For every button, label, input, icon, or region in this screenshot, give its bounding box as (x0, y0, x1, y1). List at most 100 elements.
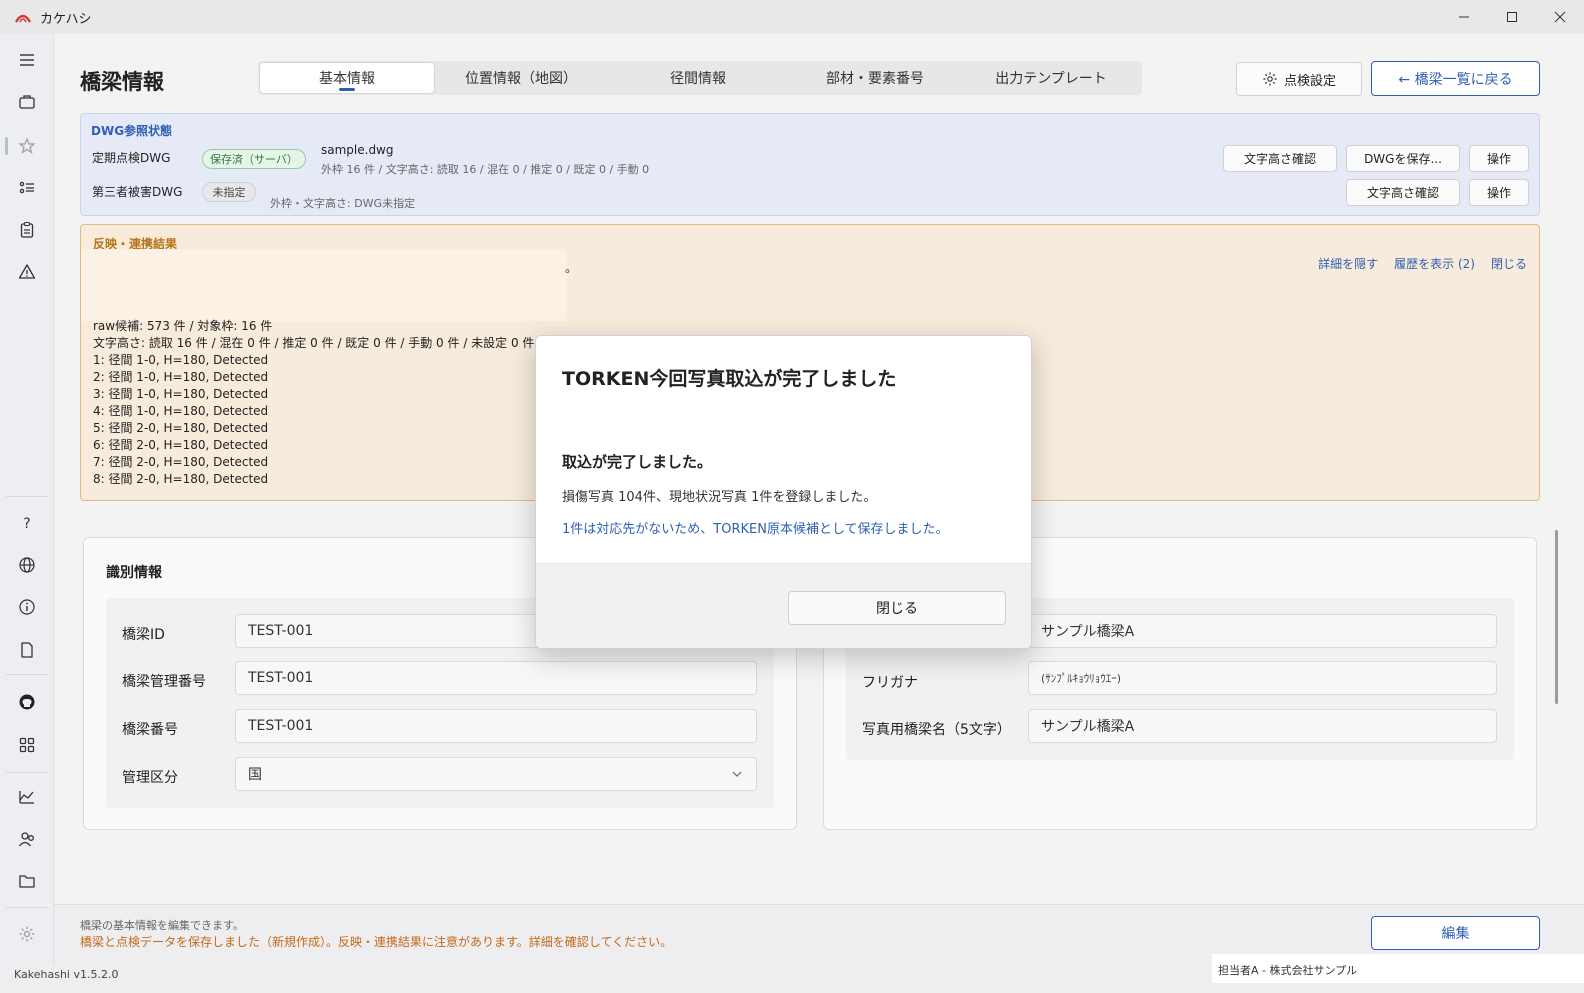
minimize-icon (1459, 16, 1469, 18)
svg-text:?: ? (23, 516, 30, 532)
close-window-button[interactable] (1536, 0, 1584, 34)
text-height-check-button[interactable]: 文字高さ確認 (1223, 145, 1337, 172)
github-icon (19, 694, 35, 710)
app-logo-icon (14, 14, 32, 23)
nav-documents[interactable] (0, 632, 54, 668)
briefcase-icon (19, 95, 35, 109)
maximize-button[interactable] (1488, 0, 1536, 34)
main-scrollbar[interactable] (1555, 530, 1558, 704)
menu-button[interactable] (0, 42, 54, 78)
redacted-area (81, 249, 567, 321)
result-log: raw候補: 573 件 / 対象枠: 16 件 文字高さ: 読取 16 件 /… (93, 318, 534, 488)
result-summary-tail: 。 (565, 261, 578, 275)
nav-inspections[interactable] (0, 212, 54, 248)
bridge-name-input[interactable]: サンプル橋梁A (1028, 614, 1497, 648)
log-line: 2: 径間 1-0, H=180, Detected (93, 370, 269, 384)
status-badge: 保存済（サーバ） (202, 149, 306, 169)
footer-info-text: 橋梁の基本情報を編集できます。 (80, 919, 244, 932)
edit-button[interactable]: 編集 (1371, 916, 1540, 950)
dwg-file-meta: 外枠 16 件 / 文字高さ: 読取 16 / 混在 0 / 推定 0 / 既定… (321, 163, 650, 176)
footer-warning-text: 橋梁と点検データを保存しました（新規作成）。反映・連携結果に注意があります。詳細… (80, 935, 673, 949)
folder-icon (19, 875, 35, 888)
identification-card-title: 識別情報 (106, 565, 162, 581)
furigana-label: フリガナ (862, 675, 918, 691)
chart-icon (19, 791, 34, 804)
dwg-file-meta: 外枠・文字高さ: DWG未指定 (270, 197, 416, 210)
management-category-select[interactable]: 国 (235, 757, 757, 791)
dialog-subtitle: 取込が完了しました。 (562, 453, 713, 471)
tab-location[interactable]: 位置情報（地図） (434, 63, 608, 93)
nav-favorites[interactable] (0, 128, 54, 164)
rail-divider (6, 674, 48, 675)
nav-github[interactable] (0, 684, 54, 720)
dialog-title: TORKEN今回写真取込が完了しました (562, 368, 897, 390)
log-line: 8: 径間 2-0, H=180, Detected (93, 472, 269, 486)
status-bar: Kakehashi v1.5.2.0 担当者A - 株式会社サンプル (0, 954, 1584, 993)
page-title: 橋梁情報 (80, 70, 164, 94)
tab-output-template[interactable]: 出力テンプレート (962, 63, 1140, 93)
nav-users[interactable] (0, 821, 54, 857)
status-badge: 未指定 (202, 182, 256, 202)
list-icon (19, 181, 34, 194)
bridge-mgmt-number-input[interactable]: TEST-001 (235, 661, 757, 695)
log-line: 文字高さ: 読取 16 件 / 混在 0 件 / 推定 0 件 / 既定 0 件… (93, 336, 535, 350)
close-icon (1554, 11, 1566, 23)
text-height-check-button[interactable]: 文字高さ確認 (1346, 179, 1460, 206)
nav-settings[interactable] (0, 916, 54, 952)
nav-statistics[interactable] (0, 779, 54, 815)
dwg-reference-panel: DWG参照状態 定期点検DWG 保存済（サーバ） sample.dwg 外枠 1… (80, 113, 1540, 216)
rail-divider (6, 907, 48, 908)
tab-spans[interactable]: 径間情報 (608, 63, 788, 93)
nav-alerts[interactable] (0, 254, 54, 290)
tab-members[interactable]: 部材・要素番号 (788, 63, 962, 93)
furigana-input[interactable]: (ｻﾝﾌﾟﾙｷｮｳﾘｮｳｴｰ) (1028, 661, 1497, 695)
warning-icon (18, 264, 36, 279)
import-complete-dialog: TORKEN今回写真取込が完了しました 取込が完了しました。 損傷写真 104件… (535, 335, 1032, 649)
nav-help[interactable]: ? (0, 505, 54, 541)
rail-divider (6, 496, 48, 497)
clipboard-icon (20, 221, 34, 238)
photo-bridge-name-input[interactable]: サンプル橋梁A (1028, 709, 1497, 743)
bridge-number-input[interactable]: TEST-001 (235, 709, 757, 743)
log-line: 6: 径間 2-0, H=180, Detected (93, 438, 269, 452)
rail-divider (6, 772, 48, 773)
inspect-settings-label: 点検設定 (1283, 73, 1336, 89)
periodic-dwg-label: 定期点検DWG (92, 151, 171, 165)
dialog-footer: 閉じる (536, 563, 1031, 648)
tab-bar: 基本情報 位置情報（地図） 径間情報 部材・要素番号 出力テンプレート (258, 61, 1142, 95)
dwg-operation-button[interactable]: 操作 (1469, 179, 1529, 206)
hide-details-link[interactable]: 詳細を隠す (1318, 255, 1378, 272)
back-to-list-button[interactable]: ← 橋梁一覧に戻る (1371, 61, 1540, 96)
log-line: 4: 径間 1-0, H=180, Detected (93, 404, 269, 418)
chevron-down-icon (732, 771, 742, 777)
nav-language[interactable] (0, 547, 54, 583)
current-user: 担当者A - 株式会社サンプル (1212, 954, 1584, 983)
management-category-value: 国 (248, 767, 262, 783)
dwg-file-name: sample.dwg (321, 143, 394, 157)
minimize-button[interactable] (1440, 0, 1488, 34)
nav-bridges[interactable] (0, 84, 54, 120)
nav-apps[interactable] (0, 727, 54, 763)
inspect-settings-button[interactable]: 点検設定 (1236, 62, 1362, 96)
dwg-operation-button[interactable]: 操作 (1469, 145, 1529, 172)
show-history-link[interactable]: 履歴を表示 (2) (1394, 255, 1475, 272)
star-icon (18, 137, 36, 154)
help-icon: ? (23, 516, 30, 532)
app-name: カケハシ (40, 11, 92, 27)
nav-folders[interactable] (0, 863, 54, 899)
nav-info[interactable] (0, 589, 54, 625)
log-line: raw候補: 573 件 / 対象枠: 16 件 (93, 319, 273, 333)
gear-icon (1263, 72, 1277, 86)
tab-basic-info[interactable]: 基本情報 (260, 63, 434, 93)
management-category-label: 管理区分 (122, 770, 178, 786)
info-icon (19, 599, 35, 615)
save-dwg-button[interactable]: DWGを保存... (1346, 145, 1460, 172)
dialog-close-button[interactable]: 閉じる (788, 591, 1006, 625)
nav-list[interactable] (0, 170, 54, 206)
document-icon (21, 642, 33, 658)
result-actions: 詳細を隠す 履歴を表示 (2) 閉じる (1318, 255, 1527, 272)
bridge-id-label: 橋梁ID (122, 627, 165, 643)
nav-rail: ? (0, 34, 54, 970)
log-line: 5: 径間 2-0, H=180, Detected (93, 421, 269, 435)
close-result-link[interactable]: 閉じる (1491, 255, 1527, 272)
